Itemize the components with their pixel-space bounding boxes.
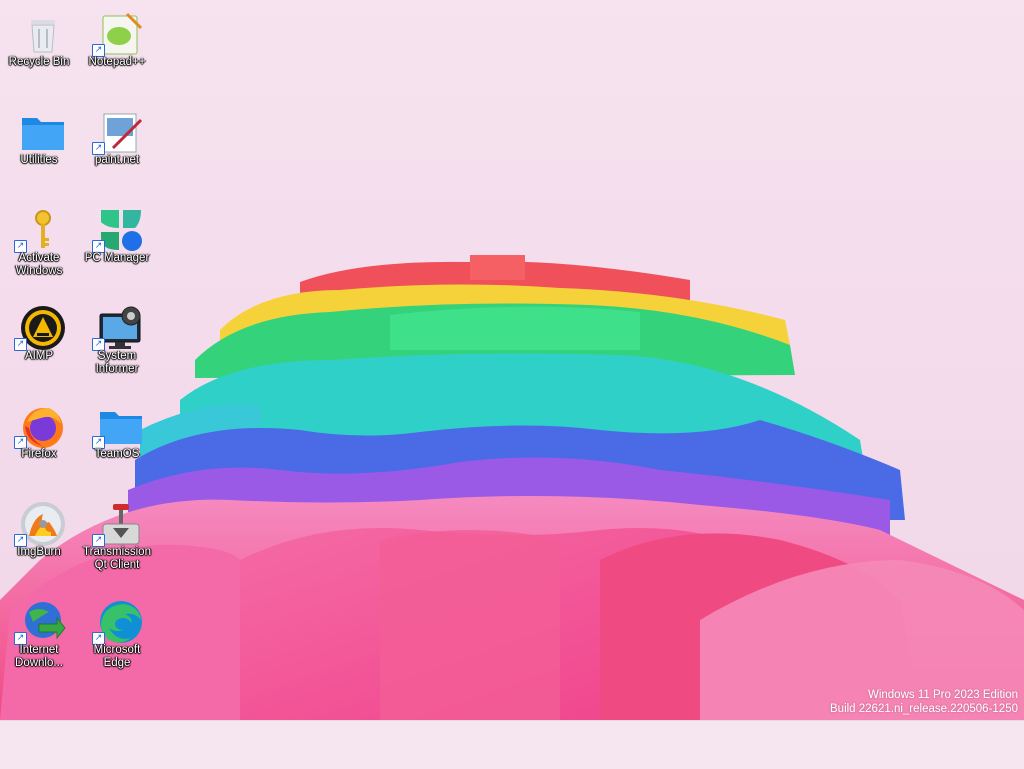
desktop-icon-imgburn[interactable]: ↗ ImgBurn	[2, 494, 76, 586]
icon-label: Utilities	[20, 154, 58, 166]
icon-label: Activate Windows	[15, 252, 63, 277]
icon-label: Transmission Qt Client	[83, 546, 151, 571]
desktop-icon-firefox[interactable]: ↗ Firefox	[2, 396, 76, 488]
icon-label: ImgBurn	[17, 546, 61, 558]
folder-icon	[22, 118, 64, 150]
desktop-icon-system-informer[interactable]: ↗ System Informer	[80, 298, 154, 390]
icon-label: TeamOS	[94, 448, 140, 460]
desktop-icon-microsoft-edge[interactable]: ↗ Microsoft Edge	[80, 592, 154, 684]
desktop-icon-paintnet[interactable]: ↗ paint.net	[80, 102, 154, 194]
icon-label: PC Manager	[84, 252, 150, 264]
taskbar[interactable]	[0, 720, 1024, 769]
watermark-build: Build 22621.ni_release.220506-1250	[830, 703, 1018, 715]
icon-label: System Informer	[95, 350, 139, 375]
desktop-icon-recycle-bin[interactable]: Recycle Bin	[2, 4, 76, 96]
icon-label: Firefox	[21, 448, 57, 460]
desktop-icon-transmission[interactable]: ↗ Transmission Qt Client	[80, 494, 154, 586]
windows-edition-watermark: Windows 11 Pro 2023 Edition Build 22621.…	[830, 688, 1018, 716]
icon-label: Recycle Bin	[8, 56, 70, 68]
desktop-icon-utilities[interactable]: Utilities	[2, 102, 76, 194]
desktop-icon-activate-windows[interactable]: ↗ Activate Windows	[2, 200, 76, 292]
watermark-edition: Windows 11 Pro 2023 Edition	[867, 689, 1018, 701]
icon-label: AIMP	[24, 350, 54, 362]
icon-label: Microsoft Edge	[93, 644, 141, 669]
desktop-icon-aimp[interactable]: ↗ AIMP	[2, 298, 76, 390]
desktop-icon-internet-download-manager[interactable]: ↗ Internet Downlo...	[2, 592, 76, 684]
recycle-bin-icon	[31, 20, 55, 53]
desktop-icon-notepadpp[interactable]: ↗ Notepad++	[80, 4, 154, 96]
desktop-icon-teamos[interactable]: ↗ TeamOS	[80, 396, 154, 488]
icon-label: Notepad++	[88, 56, 146, 68]
desktop-icon-pc-manager[interactable]: ↗ PC Manager	[80, 200, 154, 292]
icon-label: Internet Downlo...	[15, 644, 63, 669]
icon-label: paint.net	[94, 154, 140, 166]
